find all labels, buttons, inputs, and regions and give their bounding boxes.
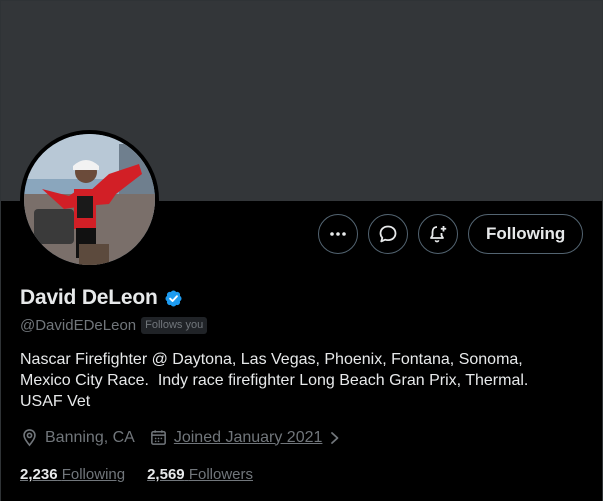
notification-bell-plus-icon (430, 226, 447, 243)
location-pin-icon (23, 429, 36, 447)
bio-line: Mexico City Race. Indy race firefighter … (20, 372, 529, 389)
profile-handle-row: @DavidEDeLeon Follows you (20, 317, 208, 334)
profile-handle: @DavidEDeLeon (20, 317, 137, 334)
profile-joined[interactable]: Joined January 2021 (149, 428, 343, 447)
bio-line: USAF Vet (20, 393, 91, 410)
more-options-button[interactable] (318, 214, 358, 254)
profile-stats: 2,236 Following 2,569 Followers (20, 466, 253, 483)
followers-count-link[interactable]: 2,569 Followers (147, 466, 253, 483)
message-button[interactable] (368, 214, 408, 254)
more-icon (330, 232, 346, 236)
notifications-button[interactable] (418, 214, 458, 254)
profile-meta: Banning, CA Joined January 2021 (20, 428, 342, 447)
window-border-top (0, 0, 603, 1)
profile-name-row: David DeLeon (20, 286, 184, 310)
followers-count: 2,569 (147, 466, 185, 483)
avatar-photo (24, 134, 155, 265)
verified-badge-icon[interactable] (163, 288, 184, 309)
message-icon (379, 225, 397, 243)
profile-bio: Nascar Firefighter @ Daytona, Las Vegas,… (20, 349, 590, 412)
following-count: 2,236 (20, 466, 58, 483)
location-text: Banning, CA (45, 428, 135, 446)
following-button[interactable]: Following (468, 214, 584, 254)
joined-date-link[interactable]: Joined January 2021 (174, 429, 323, 447)
chevron-right-icon (331, 431, 339, 444)
following-label: Following (61, 466, 126, 483)
profile-avatar[interactable] (20, 130, 159, 269)
bio-line: Nascar Firefighter @ Daytona, Las Vegas,… (20, 351, 523, 368)
profile-location: Banning, CA (20, 428, 135, 447)
profile-actions: Following (318, 214, 584, 254)
calendar-icon (150, 430, 166, 445)
window-border-left (0, 0, 1, 501)
profile-display-name: David DeLeon (20, 286, 158, 309)
following-count-link[interactable]: 2,236 Following (20, 466, 125, 483)
followers-label: Followers (188, 466, 253, 483)
follows-you-badge: Follows you (141, 317, 208, 334)
